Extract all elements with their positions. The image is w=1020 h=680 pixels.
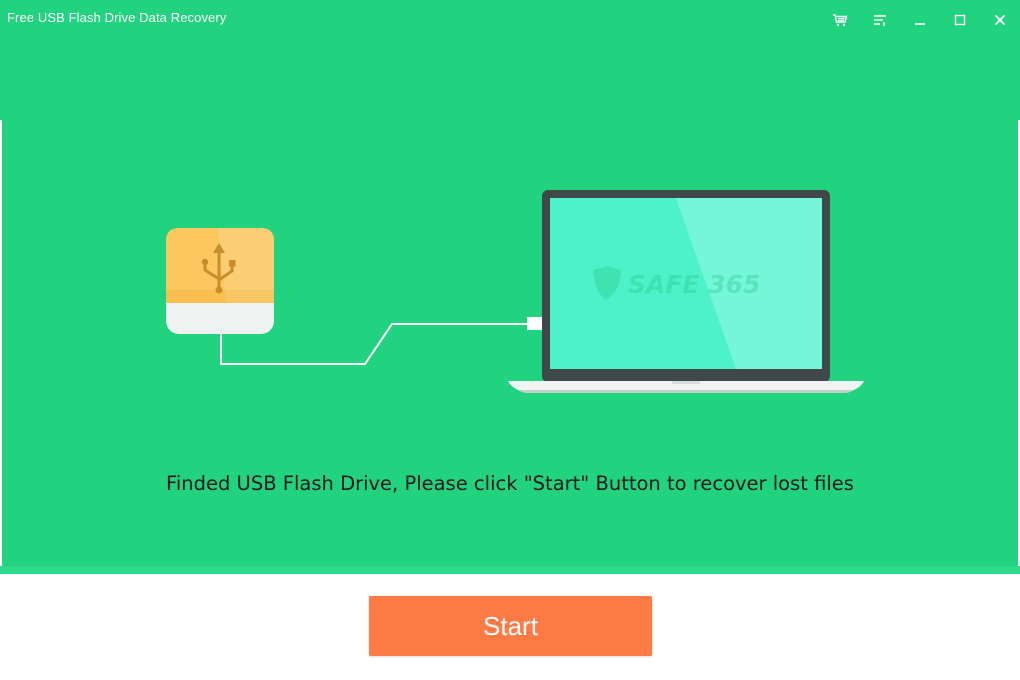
cable-plug	[527, 317, 542, 330]
watermark-text: SAFE 365	[628, 270, 760, 299]
status-message: Finded USB Flash Drive, Please click "St…	[166, 472, 854, 495]
start-button[interactable]: Start	[369, 596, 652, 656]
app-window: Free USB Flash Drive Data Recovery SAFE …	[0, 0, 1020, 680]
usb-drive-icon	[166, 228, 274, 334]
footer-bar: Start	[0, 574, 1020, 680]
